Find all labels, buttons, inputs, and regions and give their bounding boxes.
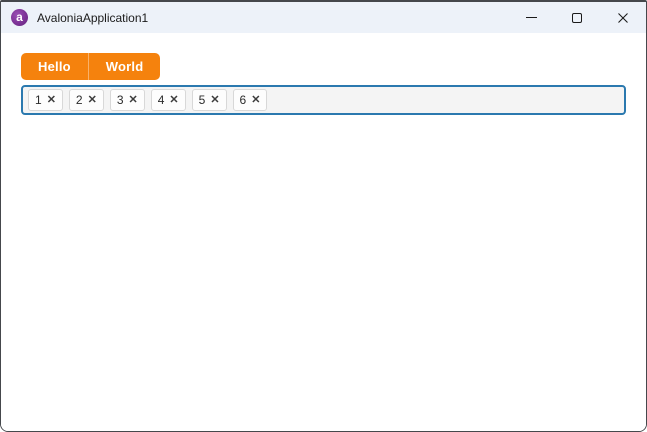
tab-world[interactable]: World <box>87 53 161 80</box>
chip-3[interactable]: 3 ✕ <box>109 89 145 111</box>
chip-label: 6 <box>239 93 247 107</box>
app-window: a AvaloniaApplication1 Hello World 1 ✕ 2… <box>0 0 647 432</box>
chip-remove-icon[interactable]: ✕ <box>129 94 138 106</box>
chip-label: 1 <box>35 93 42 107</box>
chip-remove-icon[interactable]: ✕ <box>47 94 56 106</box>
chip-remove-icon[interactable]: ✕ <box>88 94 97 106</box>
chip-2[interactable]: 2 ✕ <box>68 89 104 111</box>
minimize-button[interactable] <box>508 2 554 33</box>
chip-remove-icon[interactable]: ✕ <box>251 94 260 106</box>
chip-label: 3 <box>116 93 124 107</box>
tab-strip: Hello World <box>21 53 161 80</box>
avalonia-logo-icon: a <box>11 9 28 26</box>
chip-6[interactable]: 6 ✕ <box>232 89 268 111</box>
maximize-button[interactable] <box>554 2 600 33</box>
close-button[interactable] <box>600 2 646 33</box>
minimize-icon <box>525 17 537 18</box>
tag-input-box[interactable]: 1 ✕ 2 ✕ 3 ✕ 4 ✕ 5 ✕ 6 ✕ <box>21 85 626 115</box>
caption-buttons <box>508 2 646 33</box>
close-icon <box>618 12 628 23</box>
chip-4[interactable]: 4 ✕ <box>150 89 186 111</box>
tab-hello[interactable]: Hello <box>21 53 88 80</box>
content-area: Hello World 1 ✕ 2 ✕ 3 ✕ 4 ✕ 5 ✕ 6 ✕ <box>1 33 646 431</box>
maximize-icon <box>572 12 582 23</box>
chip-remove-icon[interactable]: ✕ <box>169 94 178 106</box>
chip-label: 5 <box>198 93 206 107</box>
titlebar[interactable]: a AvaloniaApplication1 <box>1 2 646 33</box>
chip-1[interactable]: 1 ✕ <box>28 89 63 111</box>
chip-5[interactable]: 5 ✕ <box>191 89 227 111</box>
chip-label: 4 <box>157 93 165 107</box>
window-title: AvaloniaApplication1 <box>37 10 149 25</box>
chip-remove-icon[interactable]: ✕ <box>210 94 219 106</box>
chip-label: 2 <box>75 93 83 107</box>
